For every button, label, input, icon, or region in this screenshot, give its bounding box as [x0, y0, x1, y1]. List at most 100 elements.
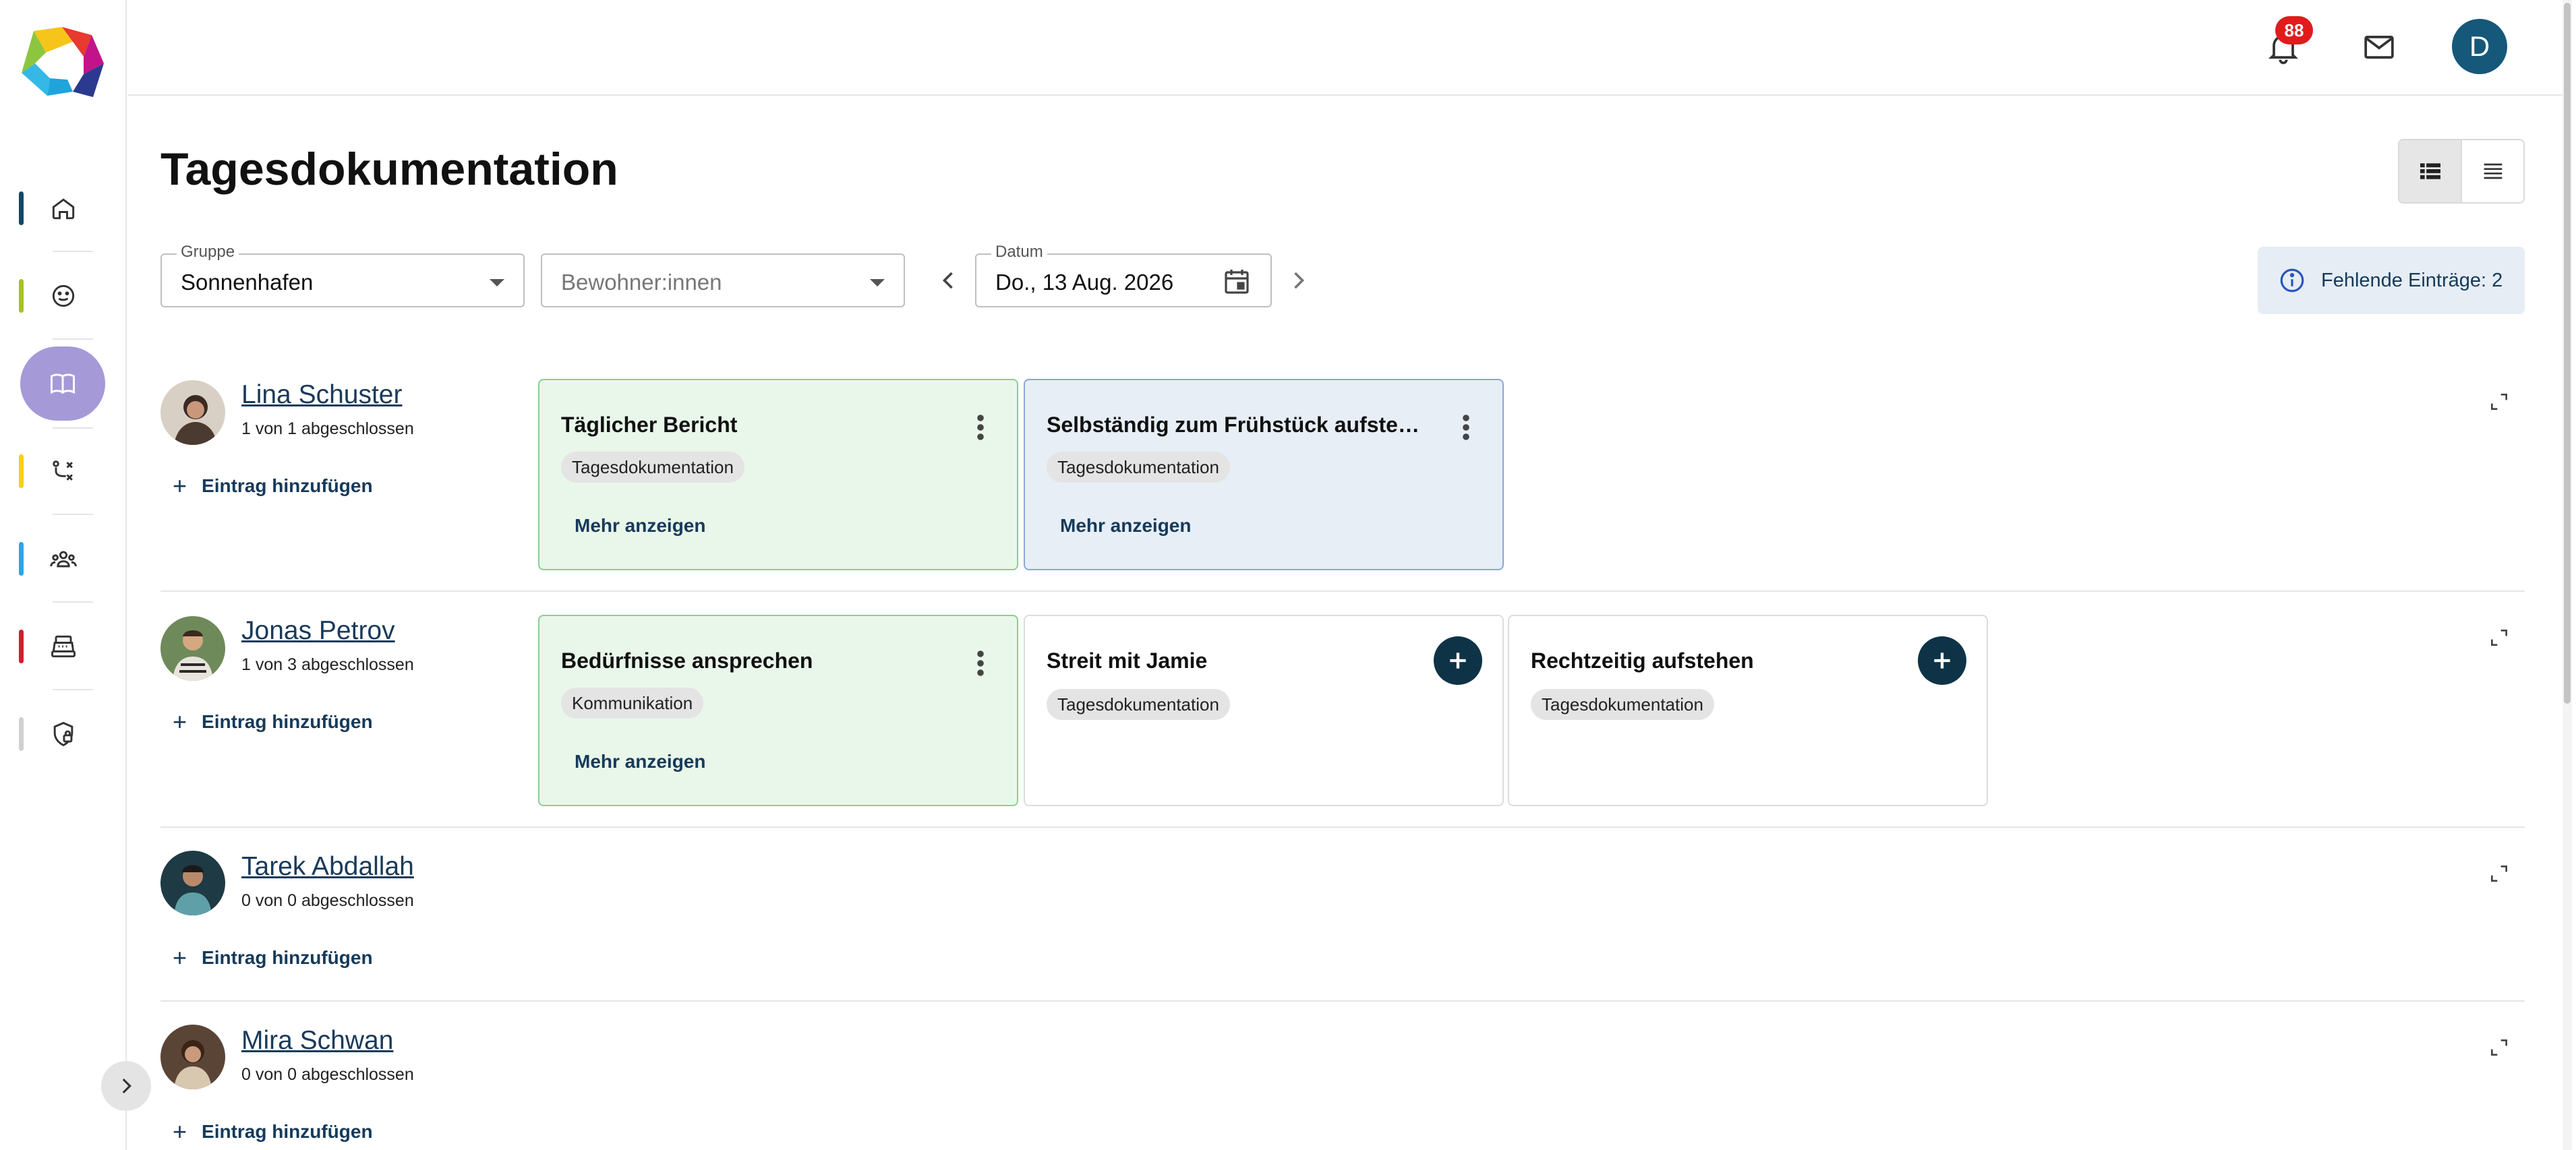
plus-icon: [1450, 653, 1466, 669]
row-divider: [160, 826, 2525, 828]
resident-name[interactable]: Jonas Petrov: [241, 616, 395, 646]
avatar: [160, 1025, 225, 1089]
sidebar-expand-button[interactable]: [101, 1061, 151, 1111]
add-entry-label: Eintrag hinzufügen: [202, 475, 373, 496]
add-entry-button[interactable]: + Eintrag hinzufügen: [173, 472, 373, 500]
app-logo[interactable]: [19, 26, 107, 100]
user-avatar[interactable]: D: [2452, 19, 2507, 74]
shuffle-icon: [53, 460, 73, 481]
avatar: [160, 380, 225, 445]
compact-view-button[interactable]: [2462, 140, 2523, 202]
resident-progress: 1 von 3 abgeschlossen: [241, 655, 414, 674]
entry-title: Bedürfnisse ansprechen: [561, 648, 813, 673]
add-entry-button[interactable]: + Eintrag hinzufügen: [173, 708, 373, 736]
date-field-label: Datum: [991, 243, 1047, 262]
info-icon: [2280, 268, 2304, 293]
residents-select-placeholder: Bewohner:innen: [561, 270, 722, 295]
page-title: Tagesdokumentation: [160, 144, 618, 195]
entry-tag: Tagesdokumentation: [1047, 452, 1230, 483]
plus-icon: +: [173, 944, 187, 971]
resident-name[interactable]: Tarek Abdallah: [241, 852, 414, 882]
shield-lock-icon: [53, 721, 74, 747]
chevron-right-icon: [122, 1078, 131, 1094]
add-entry-button[interactable]: + Eintrag hinzufügen: [173, 1118, 373, 1146]
view-list-icon: [2420, 163, 2440, 179]
date-field-value: Do., 13 Aug. 2026: [995, 270, 1174, 295]
show-more-button[interactable]: Mehr anzeigen: [575, 751, 705, 773]
row-divider: [160, 1000, 2525, 1002]
home-icon: [52, 198, 75, 220]
more-vert-icon[interactable]: [976, 414, 985, 441]
group-icon: [50, 551, 77, 568]
entry-title: Täglicher Bericht: [561, 413, 738, 437]
add-entry-button[interactable]: + Eintrag hinzufügen: [173, 944, 373, 972]
dropdown-arrow-icon: [870, 279, 885, 286]
next-day-button[interactable]: [1284, 266, 1314, 295]
add-entry-label: Eintrag hinzufügen: [202, 711, 373, 732]
calendar-icon[interactable]: [1221, 266, 1253, 298]
entry-title: Rechtzeitig aufstehen: [1531, 648, 1754, 673]
expand-icon[interactable]: [2488, 1037, 2510, 1058]
group-select[interactable]: Gruppe Sonnenhafen: [160, 243, 525, 307]
cash-register-icon: [51, 635, 76, 658]
nav-divider: [53, 427, 93, 429]
entry-title: Streit mit Jamie: [1047, 648, 1208, 673]
show-more-button[interactable]: Mehr anzeigen: [575, 515, 705, 537]
nav-mood[interactable]: [0, 259, 127, 333]
plus-icon: +: [173, 472, 187, 500]
plus-icon: [1934, 653, 1950, 669]
sidebar: [0, 0, 151, 1150]
resident-name[interactable]: Lina Schuster: [241, 380, 402, 410]
expand-icon[interactable]: [2488, 391, 2510, 413]
row-divider: [160, 591, 2525, 592]
previous-day-button[interactable]: [933, 266, 963, 295]
nav-divider: [53, 251, 93, 252]
entry-tag: Tagesdokumentation: [561, 452, 744, 483]
date-field[interactable]: Datum Do., 13 Aug. 2026: [975, 243, 1272, 307]
dropdown-arrow-icon: [490, 279, 504, 286]
scrollbar-thumb[interactable]: [2564, 3, 2571, 704]
add-documentation-button[interactable]: [1434, 636, 1482, 685]
nav-goals[interactable]: [0, 434, 127, 508]
show-more-button[interactable]: Mehr anzeigen: [1060, 515, 1191, 537]
nav-divider: [53, 601, 93, 603]
entry-card[interactable]: Rechtzeitig aufstehen Tagesdokumentation: [1508, 615, 1988, 806]
avatar: [160, 851, 225, 915]
nav-cash[interactable]: [0, 609, 127, 684]
entry-tag: Kommunikation: [561, 688, 704, 719]
resident-progress: 0 von 0 abgeschlossen: [241, 1065, 414, 1084]
entry-card[interactable]: Streit mit Jamie Tagesdokumentation: [1024, 615, 1504, 806]
nav-admin[interactable]: [0, 697, 127, 771]
nav-residents[interactable]: [0, 522, 127, 596]
group-select-label: Gruppe: [177, 243, 239, 262]
mail-icon[interactable]: [2360, 28, 2398, 66]
resident-progress: 1 von 1 abgeschlossen: [241, 419, 414, 438]
more-vert-icon[interactable]: [976, 650, 985, 677]
more-vert-icon[interactable]: [1462, 414, 1470, 441]
nav-home[interactable]: [0, 171, 127, 245]
add-documentation-button[interactable]: [1918, 636, 1966, 685]
menu-lines-icon: [2484, 163, 2502, 179]
group-select-value: Sonnenhafen: [181, 270, 314, 295]
card-view-button[interactable]: [2399, 140, 2462, 202]
nav-divider: [53, 689, 93, 690]
view-toggle: [2398, 139, 2525, 204]
entry-tag: Tagesdokumentation: [1531, 689, 1714, 720]
plus-icon: +: [173, 1118, 187, 1145]
entry-card[interactable]: Selbständig zum Frühstück aufstehen Tage…: [1024, 379, 1504, 570]
residents-select[interactable]: Bewohner:innen: [541, 253, 905, 307]
resident-name[interactable]: Mira Schwan: [241, 1026, 393, 1056]
missing-entries-label: Fehlende Einträge: 2: [2321, 269, 2503, 291]
avatar: [160, 616, 225, 681]
missing-entries-button[interactable]: Fehlende Einträge: 2: [2258, 247, 2525, 314]
nav-documentation[interactable]: [20, 346, 105, 421]
topbar: [128, 0, 2563, 96]
expand-icon[interactable]: [2488, 627, 2510, 648]
add-entry-label: Eintrag hinzufügen: [202, 1121, 373, 1142]
entry-tag: Tagesdokumentation: [1047, 689, 1230, 720]
entry-card[interactable]: Täglicher Bericht Tagesdokumentation Meh…: [538, 379, 1018, 570]
expand-icon[interactable]: [2488, 863, 2510, 884]
entry-card[interactable]: Bedürfnisse ansprechen Kommunikation Meh…: [538, 615, 1018, 806]
add-entry-label: Eintrag hinzufügen: [202, 947, 373, 968]
smiley-icon: [52, 284, 75, 307]
